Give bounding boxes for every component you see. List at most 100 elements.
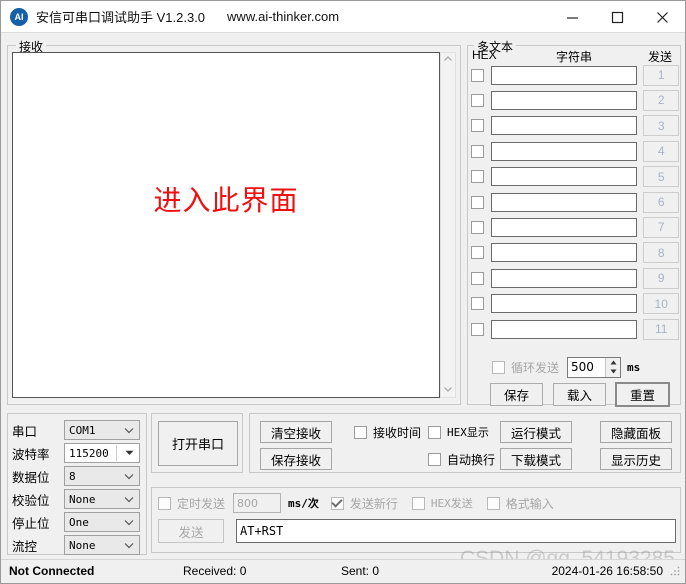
resize-grip-icon[interactable] [669, 564, 681, 576]
databits-select[interactable]: 8 [64, 466, 140, 486]
spin-down-icon[interactable] [606, 367, 620, 377]
scroll-up-icon[interactable] [443, 53, 453, 67]
multitext-send-button[interactable]: 9 [643, 267, 679, 289]
app-logo-icon: AI [10, 7, 28, 26]
run-mode-button[interactable]: 运行模式 [500, 421, 572, 443]
multitext-hex-checkbox[interactable] [471, 220, 484, 234]
timed-send-checkbox[interactable] [158, 496, 171, 510]
loop-interval-unit: ms [627, 360, 641, 374]
multitext-string-input[interactable] [491, 319, 638, 339]
open-serial-port-button[interactable]: 打开串口 [158, 421, 238, 466]
title-bar: AI 安信可串口调试助手 V1.2.3.0 www.ai-thinker.com [1, 1, 685, 33]
multitext-string-input[interactable] [491, 116, 638, 136]
multitext-hex-checkbox[interactable] [471, 119, 484, 133]
receive-scrollbar[interactable] [440, 52, 456, 398]
multitext-string-input[interactable] [491, 65, 638, 85]
loop-send-row: 循环发送 500 ms [492, 356, 682, 378]
hide-panel-button[interactable]: 隐藏面板 [600, 421, 672, 443]
send-text-input[interactable]: AT+RST [236, 519, 676, 543]
loop-interval-value[interactable]: 500 [568, 358, 605, 377]
multitext-row: 4 [471, 140, 679, 162]
send-button[interactable]: 发送 [158, 519, 224, 543]
loop-send-checkbox[interactable] [492, 360, 505, 374]
multitext-send-button[interactable]: 4 [643, 140, 679, 162]
multitext-string-input[interactable] [491, 192, 638, 212]
window-title: 安信可串口调试助手 V1.2.3.0 [36, 10, 206, 25]
show-history-button[interactable]: 显示历史 [600, 448, 672, 470]
chevron-down-icon [125, 444, 134, 462]
multitext-send-button[interactable]: 7 [643, 216, 679, 238]
timed-interval-input[interactable]: 800 [233, 493, 282, 513]
multitext-hex-checkbox[interactable] [471, 322, 484, 336]
spin-up-icon[interactable] [606, 358, 620, 368]
parity-select[interactable]: None [64, 489, 140, 509]
multitext-header-string: 字符串 [556, 50, 593, 64]
close-icon[interactable] [640, 1, 685, 33]
stopbits-select[interactable]: One [64, 512, 140, 532]
receive-time-checkbox[interactable] [354, 426, 367, 439]
multitext-hex-checkbox[interactable] [471, 93, 484, 107]
loop-interval-spin-buttons[interactable] [605, 357, 621, 377]
multitext-send-button[interactable]: 2 [643, 89, 679, 111]
multitext-send-button[interactable]: 10 [643, 293, 679, 315]
multitext-row: 2 [471, 89, 679, 111]
multitext-string-input[interactable] [491, 294, 638, 314]
auto-newline-checkbox-row[interactable]: 自动换行 [428, 451, 495, 468]
minimize-icon[interactable] [550, 1, 595, 33]
multitext-hex-checkbox[interactable] [471, 68, 484, 82]
timed-send-label: 定时发送 [177, 496, 226, 511]
port-select[interactable]: COM1 [64, 420, 140, 440]
auto-newline-checkbox[interactable] [428, 453, 441, 466]
multitext-string-input[interactable] [491, 90, 638, 110]
multitext-send-button[interactable]: 11 [643, 318, 679, 340]
receive-textarea[interactable]: 进入此界面 [12, 52, 440, 398]
multitext-hex-checkbox[interactable] [471, 271, 484, 285]
multitext-send-button[interactable]: 5 [643, 166, 679, 188]
loop-interval-stepper[interactable]: 500 [567, 356, 622, 378]
multitext-load-button[interactable]: 载入 [553, 383, 606, 406]
chevron-down-icon [124, 513, 134, 531]
format-input-checkbox[interactable] [486, 496, 500, 510]
baudrate-label: 波特率 [12, 447, 50, 462]
receive-time-label: 接收时间 [373, 426, 422, 440]
multitext-hex-checkbox[interactable] [471, 297, 484, 311]
flowcontrol-select[interactable]: None [64, 535, 140, 555]
baudrate-value: 115200 [69, 446, 109, 460]
serial-settings-panel: 串口 COM1 波特率 115200 数据位 8 校验位 None 停止位 On… [7, 413, 147, 555]
multitext-save-button[interactable]: 保存 [490, 383, 543, 406]
send-panel: 定时发送 800 ms/次 发送新行 HEX发送 格式输入 发送 AT+RST [151, 487, 681, 553]
receive-time-checkbox-row[interactable]: 接收时间 [354, 424, 421, 441]
multitext-reset-button[interactable]: 重置 [616, 383, 669, 406]
multitext-hex-checkbox[interactable] [471, 144, 484, 158]
multitext-send-button[interactable]: 3 [643, 115, 679, 137]
multitext-send-button[interactable]: 8 [643, 242, 679, 264]
multitext-string-input[interactable] [491, 243, 638, 263]
multitext-string-input[interactable] [491, 268, 638, 288]
chevron-down-icon [124, 490, 134, 508]
hex-send-checkbox[interactable] [411, 496, 425, 510]
multitext-send-button[interactable]: 1 [643, 64, 679, 86]
multitext-hex-checkbox[interactable] [471, 195, 484, 209]
multitext-hex-checkbox[interactable] [471, 246, 484, 260]
baudrate-select[interactable]: 115200 [64, 443, 140, 463]
download-mode-button[interactable]: 下载模式 [500, 448, 572, 470]
port-label: 串口 [12, 424, 38, 439]
stopbits-value: One [69, 515, 89, 529]
send-newline-checkbox[interactable] [330, 496, 344, 510]
multitext-string-input[interactable] [491, 141, 638, 161]
multitext-row: 8 [471, 242, 679, 264]
hex-display-label: HEX显示 [447, 426, 489, 439]
multitext-row: 10 [471, 293, 679, 315]
hex-display-checkbox[interactable] [428, 425, 441, 439]
maximize-icon[interactable] [595, 1, 640, 33]
multitext-string-input[interactable] [491, 167, 638, 187]
save-receive-button[interactable]: 保存接收 [260, 448, 332, 470]
flowcontrol-value: None [69, 538, 96, 552]
scroll-down-icon[interactable] [443, 383, 453, 397]
multitext-string-input[interactable] [491, 217, 638, 237]
multitext-send-button[interactable]: 6 [643, 191, 679, 213]
clear-receive-button[interactable]: 清空接收 [260, 421, 332, 443]
databits-value: 8 [69, 469, 76, 483]
multitext-hex-checkbox[interactable] [471, 170, 484, 184]
hex-display-checkbox-row[interactable]: HEX显示 [428, 424, 489, 440]
